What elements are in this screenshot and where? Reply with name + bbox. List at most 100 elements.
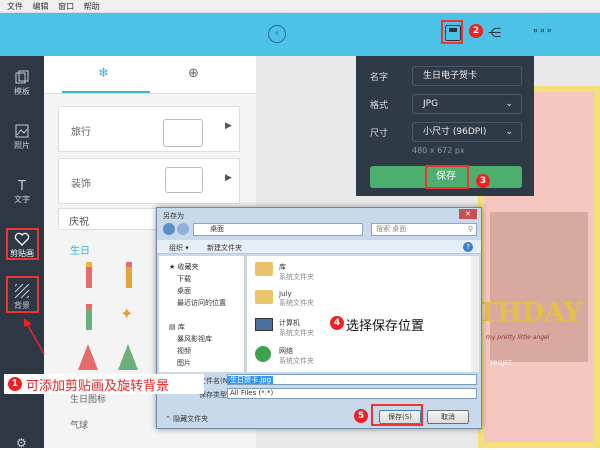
step-4-badge: 4	[330, 316, 344, 330]
highlight-background	[6, 276, 39, 313]
step-2-badge: 2	[469, 24, 483, 38]
snowflake-icon[interactable]: ❄	[98, 66, 109, 81]
close-icon[interactable]: ✕	[459, 209, 477, 219]
menu-file[interactable]: 文件	[7, 0, 23, 13]
top-toolbar: ‹ 2 ⋲ ∘∘∘	[0, 13, 600, 56]
file-item-library[interactable]: 库系统文件夹	[279, 262, 314, 282]
chevron-right-icon: ▶	[225, 173, 232, 183]
size-value: 小尺寸 (96DPI)	[423, 127, 487, 137]
tree-libraries[interactable]: ▤ 库	[169, 322, 185, 332]
subsection-balloons: 气球	[70, 421, 89, 431]
template-icon	[15, 70, 29, 84]
name-label: 名字	[370, 73, 389, 83]
tree-pictures[interactable]: 图片	[177, 358, 191, 368]
dialog-toolbar: 组织 ▾ 新建文件夹 ?	[157, 240, 481, 254]
organize-button[interactable]: 组织 ▾	[169, 243, 189, 253]
size-label: 尺寸	[370, 129, 389, 139]
chevron-down-icon: ⌄	[505, 99, 513, 109]
candle-clipart[interactable]	[86, 304, 92, 330]
tree-videos[interactable]: 视频	[177, 346, 191, 356]
filetype-value: All Files (*.*)	[230, 389, 274, 397]
step-3-badge: 3	[476, 174, 490, 188]
step-1-text: 可添加剪贴画及旋转背景	[26, 379, 170, 394]
search-placeholder: 搜索 桌面	[376, 225, 407, 233]
nav-template[interactable]: 模板	[0, 70, 44, 97]
card-subtitle-text: my pretty little angel	[486, 334, 550, 341]
party-hat-clipart[interactable]	[118, 344, 138, 370]
menu-edit[interactable]: 编辑	[33, 0, 49, 13]
nav-label: 照片	[14, 141, 30, 150]
nav-label: 模板	[14, 87, 30, 96]
annotation-arrow	[24, 318, 45, 355]
tree-recent[interactable]: 最近访问的位置	[177, 298, 226, 308]
name-input[interactable]: 生日电子贺卡	[412, 66, 522, 86]
search-icon: ⚲	[467, 225, 473, 233]
computer-icon	[255, 318, 273, 331]
chevron-right-icon: ▶	[225, 121, 232, 131]
text-icon: T	[17, 179, 26, 192]
format-label: 格式	[370, 101, 389, 111]
photo-icon	[15, 124, 29, 138]
new-folder-button[interactable]: 新建文件夹	[207, 243, 242, 253]
nav-text[interactable]: T 文字	[0, 178, 44, 205]
size-select[interactable]: 小尺寸 (96DPI) ⌄	[412, 122, 522, 142]
section-birthday: 生日	[70, 246, 90, 257]
format-select[interactable]: JPG ⌄	[412, 94, 522, 114]
confetti-clipart[interactable]: ✦	[120, 304, 133, 323]
highlight-save-icon	[441, 20, 463, 44]
back-icon[interactable]: ‹	[268, 25, 286, 43]
speech-bubble-icon	[165, 167, 203, 193]
dimensions-text: 480 x 672 px	[412, 146, 465, 155]
menu-window[interactable]: 窗口	[58, 0, 74, 13]
category-label: 庆祝	[69, 217, 89, 228]
file-item-network[interactable]: 网络 系统文件夹	[279, 346, 314, 366]
category-label: 装饰	[71, 179, 91, 190]
menu-bar: 文件 编辑 窗口 帮助	[0, 0, 600, 13]
filename-value: 生日贺卡.jpg	[228, 376, 274, 384]
nav-label: 文字	[14, 195, 30, 204]
tree-downloads[interactable]: 下载	[177, 274, 191, 284]
candle-clipart[interactable]	[86, 262, 92, 288]
file-list-scrollbar[interactable]	[471, 256, 479, 372]
tree-favorites[interactable]: ★ 收藏夹	[169, 262, 199, 272]
nav-photo[interactable]: 照片	[0, 124, 44, 151]
user-folder-icon	[255, 290, 273, 304]
dialog-cancel-button[interactable]: 取消	[427, 410, 469, 424]
address-bar[interactable]: 桌面	[193, 223, 363, 236]
step-4-callout: 4 选择保存位置	[326, 311, 444, 335]
nav-forward-icon[interactable]	[177, 223, 189, 235]
step-4-text: 选择保存位置	[346, 319, 425, 334]
format-value: JPG	[423, 99, 439, 109]
address-path: 桌面	[210, 225, 224, 233]
more-icon[interactable]: ∘∘∘	[532, 24, 553, 37]
help-icon[interactable]: ?	[463, 242, 473, 252]
share-icon[interactable]: ⋲	[488, 26, 501, 41]
folder-tree: ★ 收藏夹 下载 桌面 最近访问的位置 ▤ 库 暴风影视库 视频 图片	[159, 256, 245, 372]
menu-help[interactable]: 帮助	[84, 0, 100, 13]
dialog-title: 另存为	[163, 212, 184, 220]
filetype-select[interactable]: All Files (*.*)	[227, 388, 477, 399]
card-footer-text: PROJET	[490, 360, 512, 367]
step-1-badge: 1	[8, 377, 22, 391]
tree-desktop[interactable]: 桌面	[177, 286, 191, 296]
highlight-dialog-save	[371, 404, 423, 426]
network-icon	[255, 346, 271, 362]
file-item-computer[interactable]: 计算机 系统文件夹	[279, 318, 314, 338]
hide-folders-toggle[interactable]: ⌃ 隐藏文件夹	[165, 414, 208, 424]
suitcase-icon	[163, 119, 203, 147]
nav-back-icon[interactable]	[163, 223, 175, 235]
filename-input[interactable]: 生日贺卡.jpg	[227, 374, 477, 385]
step-1-callout: 1 可添加剪贴画及旋转背景	[4, 374, 204, 394]
globe-icon[interactable]: ⊕	[188, 66, 199, 81]
chevron-down-icon: ⌄	[505, 127, 513, 137]
tree-storm-library[interactable]: 暴风影视库	[177, 334, 212, 344]
candle-clipart[interactable]	[126, 262, 132, 288]
search-box[interactable]: 搜索 桌面 ⚲	[371, 223, 477, 236]
category-decoration[interactable]: 装饰 ▶	[58, 158, 240, 204]
file-item-july[interactable]: July 系统文件夹	[279, 290, 314, 308]
highlight-clipart	[6, 228, 39, 260]
category-label: 旅行	[71, 127, 91, 138]
party-hat-clipart[interactable]	[78, 344, 98, 370]
category-travel[interactable]: 旅行 ▶	[58, 106, 240, 152]
card-title-text: THDAY	[478, 298, 582, 328]
